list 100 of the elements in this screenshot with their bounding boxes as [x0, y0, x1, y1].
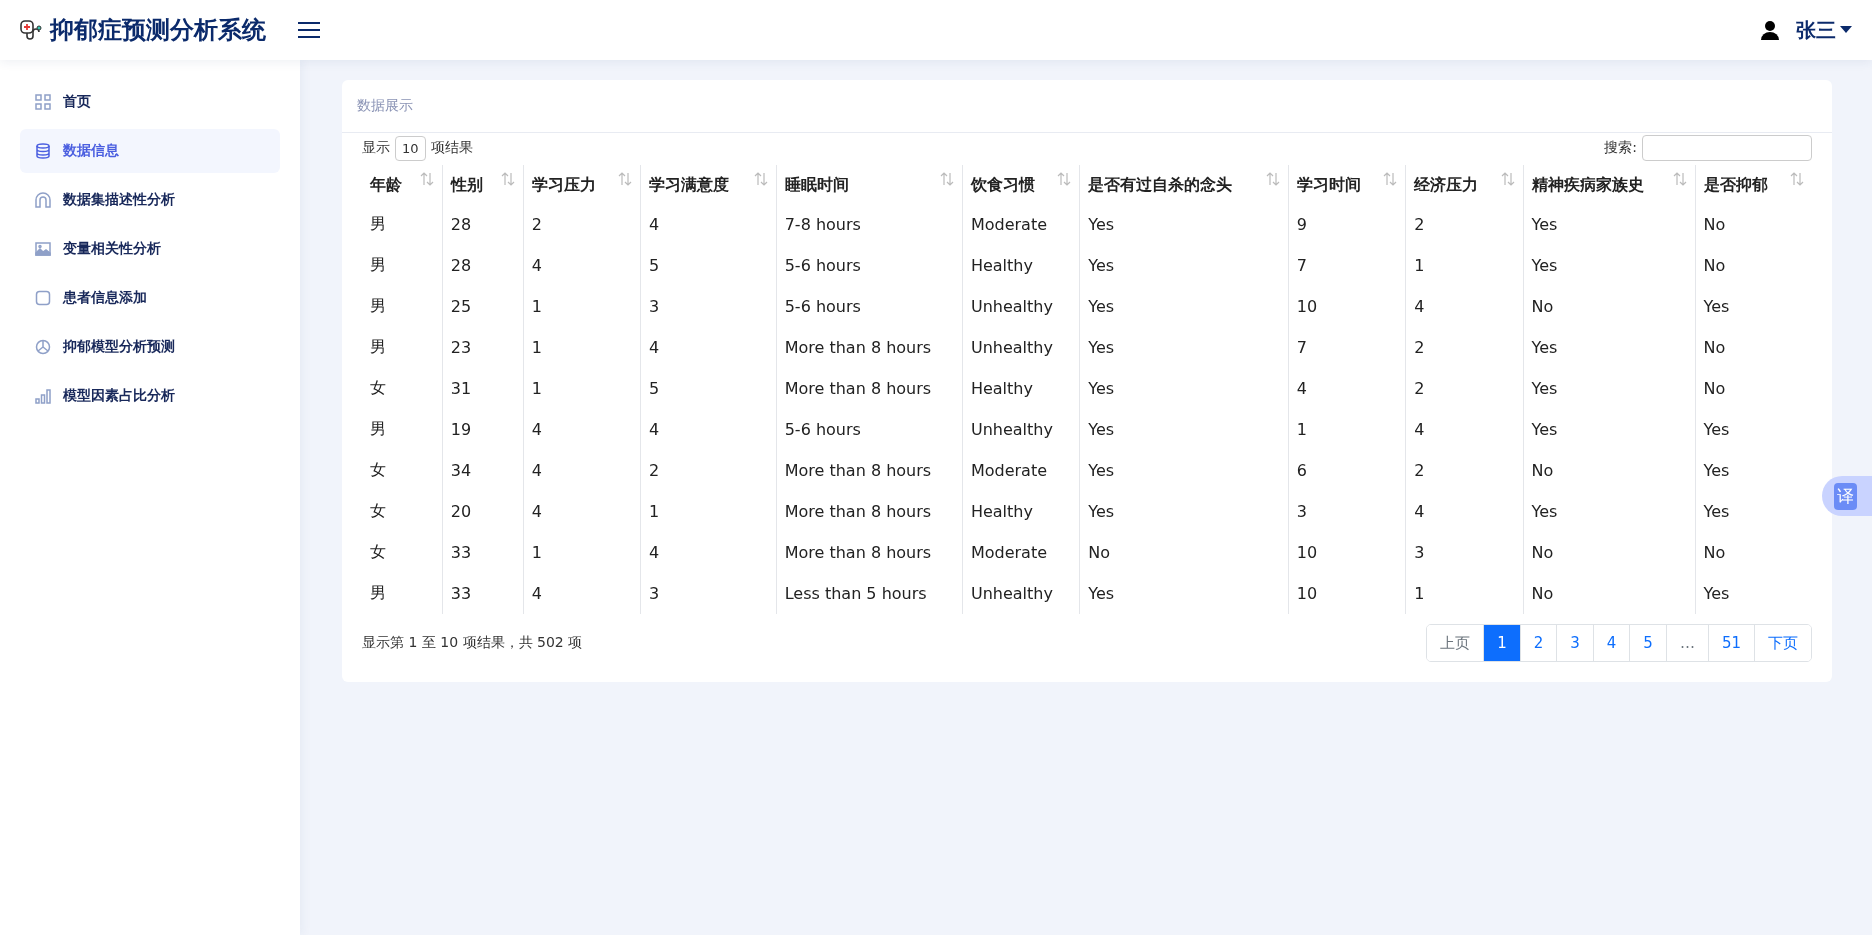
table-cell: 2: [1405, 327, 1524, 368]
table-cell: Yes: [1079, 450, 1289, 491]
table-cell: 34: [442, 450, 524, 491]
page-button[interactable]: 1: [1483, 625, 1520, 661]
column-header[interactable]: 性别: [442, 165, 524, 204]
table-cell: No: [1523, 532, 1696, 573]
table-cell: Less than 5 hours: [776, 573, 963, 614]
table-cell: 女: [362, 532, 443, 573]
table-cell: 5: [640, 368, 777, 409]
table-cell: 男: [362, 409, 443, 450]
table-cell: 1: [523, 532, 641, 573]
table-cell: Unhealthy: [962, 573, 1080, 614]
column-header[interactable]: 学习时间: [1288, 165, 1406, 204]
image-icon: [35, 241, 51, 257]
search-label: 搜索:: [1604, 139, 1637, 157]
column-header[interactable]: 学习满意度: [640, 165, 777, 204]
table-cell: 4: [523, 450, 641, 491]
table-cell: 女: [362, 368, 443, 409]
table-cell: Yes: [1695, 286, 1812, 327]
page-button[interactable]: 下页: [1754, 625, 1811, 661]
table-cell: Yes: [1523, 245, 1696, 286]
table-cell: 19: [442, 409, 524, 450]
table-cell: 男: [362, 245, 443, 286]
table-cell: 男: [362, 286, 443, 327]
column-header[interactable]: 是否有过自杀的念头: [1079, 165, 1289, 204]
user-menu-button[interactable]: 张三: [1796, 16, 1852, 44]
table-cell: 4: [1288, 368, 1406, 409]
card-title: 数据展示: [342, 80, 1832, 133]
table-cell: 33: [442, 573, 524, 614]
length-label: 显示: [362, 139, 390, 157]
table-cell: More than 8 hours: [776, 450, 963, 491]
table-cell: 4: [1405, 286, 1524, 327]
table-cell: 4: [1405, 409, 1524, 450]
table-cell: No: [1695, 245, 1812, 286]
table-cell: 5: [640, 245, 777, 286]
sort-icon: [939, 172, 954, 186]
sidebar-item[interactable]: 首页: [20, 80, 280, 124]
table-cell: 男: [362, 327, 443, 368]
table-cell: Yes: [1523, 204, 1696, 245]
page-length-select[interactable]: 10: [395, 135, 426, 161]
table-cell: 5-6 hours: [776, 409, 963, 450]
table-cell: 7: [1288, 245, 1406, 286]
sort-icon: [1383, 172, 1398, 186]
bar-chart-icon: [35, 388, 51, 404]
table-cell: 31: [442, 368, 524, 409]
table-cell: More than 8 hours: [776, 368, 963, 409]
table-cell: 2: [523, 204, 641, 245]
user-icon: [1760, 20, 1780, 40]
table-cell: 2: [1405, 368, 1524, 409]
sidebar-item[interactable]: 患者信息添加: [20, 276, 280, 320]
square-icon: [35, 290, 51, 306]
table-cell: 3: [1288, 491, 1406, 532]
column-header[interactable]: 精神疾病家族史: [1523, 165, 1696, 204]
table-cell: 5-6 hours: [776, 286, 963, 327]
table-cell: Moderate: [962, 450, 1080, 491]
table-cell: No: [1523, 450, 1696, 491]
table-cell: 1: [640, 491, 777, 532]
sort-icon: [1265, 172, 1280, 186]
arch-icon: [35, 192, 51, 208]
table-cell: Unhealthy: [962, 409, 1080, 450]
sort-icon: [500, 172, 515, 186]
table-cell: More than 8 hours: [776, 327, 963, 368]
table-cell: 1: [523, 368, 641, 409]
table-cell: No: [1695, 204, 1812, 245]
table-cell: No: [1523, 286, 1696, 327]
table-cell: 10: [1288, 286, 1406, 327]
table-cell: Yes: [1523, 327, 1696, 368]
length-label: 项结果: [430, 139, 473, 157]
table-cell: 7: [1288, 327, 1406, 368]
sidebar-item[interactable]: 数据信息: [20, 129, 280, 173]
table-cell: 28: [442, 204, 524, 245]
column-header[interactable]: 睡眠时间: [776, 165, 963, 204]
column-header[interactable]: 学习压力: [523, 165, 641, 204]
search-field[interactable]: [1642, 135, 1812, 161]
table-cell: No: [1695, 532, 1812, 573]
sidebar-item[interactable]: 模型因素占比分析: [20, 374, 280, 418]
table-cell: More than 8 hours: [776, 491, 963, 532]
table-cell: Moderate: [962, 204, 1080, 245]
table-cell: Moderate: [962, 532, 1080, 573]
sort-icon: [618, 172, 633, 186]
table-cell: Yes: [1079, 245, 1289, 286]
table-cell: 4: [640, 327, 777, 368]
table-cell: Yes: [1079, 286, 1289, 327]
table-cell: Yes: [1523, 368, 1696, 409]
table-cell: Healthy: [962, 245, 1080, 286]
column-header[interactable]: 年龄: [362, 165, 443, 204]
column-header[interactable]: 经济压力: [1405, 165, 1524, 204]
column-header[interactable]: 是否抑郁: [1695, 165, 1812, 204]
table-cell: 4: [523, 573, 641, 614]
table-cell: Yes: [1079, 327, 1289, 368]
table-cell: No: [1523, 573, 1696, 614]
sidebar-item[interactable]: 抑郁模型分析预测: [20, 325, 280, 369]
table-cell: No: [1695, 368, 1812, 409]
sidebar-item[interactable]: 数据集描述性分析: [20, 178, 280, 222]
column-header[interactable]: 饮食习惯: [962, 165, 1080, 204]
table-cell: 9: [1288, 204, 1406, 245]
table-cell: No: [1695, 327, 1812, 368]
sort-icon: [1790, 172, 1804, 186]
sidebar-item[interactable]: 变量相关性分析: [20, 227, 280, 271]
sort-icon: [419, 172, 434, 186]
